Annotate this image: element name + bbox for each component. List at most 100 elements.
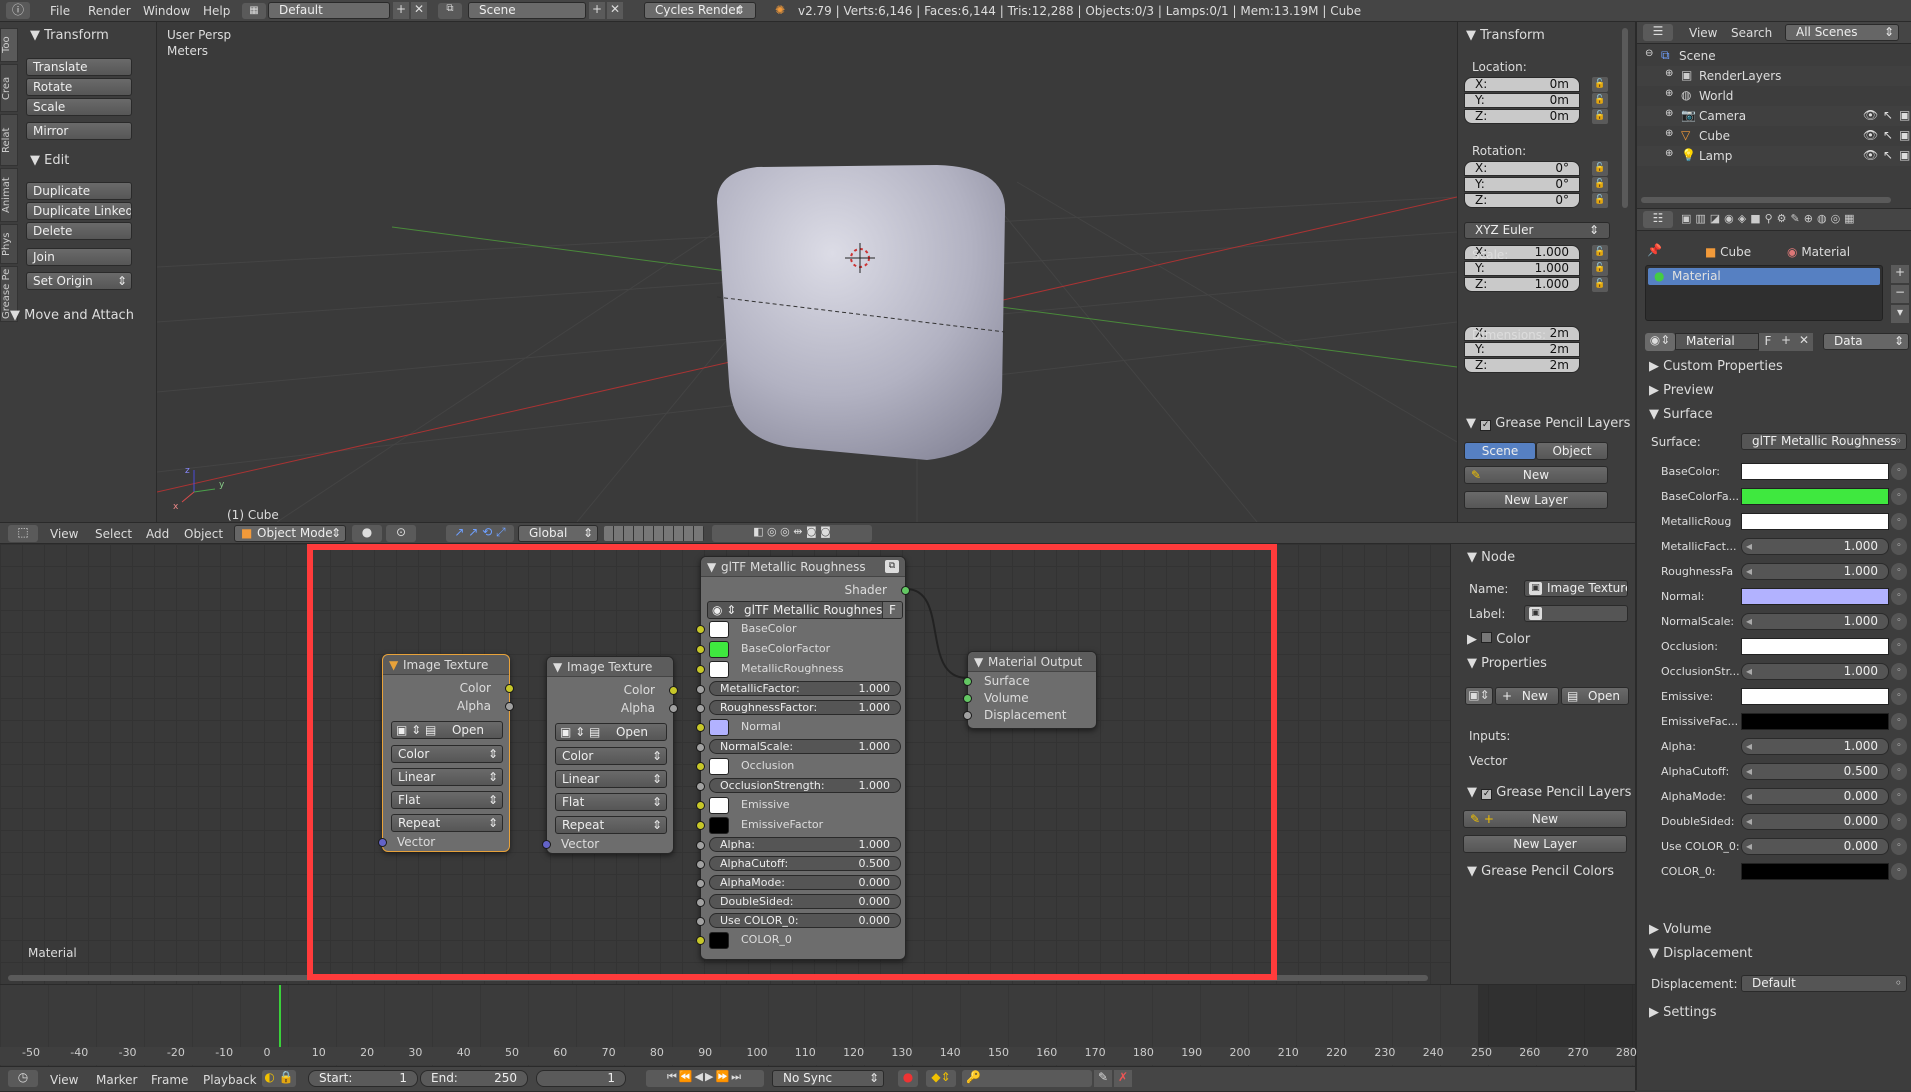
- menu-select[interactable]: Select: [95, 527, 132, 541]
- add-layout-icon[interactable]: +: [393, 2, 409, 19]
- viewport-shading-icon[interactable]: ●: [352, 525, 382, 542]
- tab-physics[interactable]: Phys: [0, 224, 18, 264]
- scale-y-field[interactable]: Y: 1.000: [1464, 261, 1580, 276]
- join-button[interactable]: Join: [26, 248, 132, 266]
- manipulator-icon[interactable]: ↗ ↗ ⟲ ⤢: [446, 525, 514, 542]
- outliner-item-lamp[interactable]: ⊕ 💡 Lamp 👁 ↖ ▣: [1637, 146, 1911, 166]
- end-frame-field[interactable]: End: 250: [420, 1070, 528, 1087]
- outliner-display-select[interactable]: All Scenes ⇕: [1785, 24, 1899, 41]
- outliner-editor-icon[interactable]: ☰: [1643, 24, 1673, 41]
- custom-properties-header[interactable]: ▶ Custom Properties: [1649, 359, 1783, 374]
- render-camera-icon[interactable]: ▣: [1899, 108, 1910, 122]
- rotate-button[interactable]: Rotate: [26, 78, 132, 96]
- tab-animation[interactable]: Animat: [0, 168, 18, 222]
- rotation-x-lock-icon[interactable]: 🔓: [1592, 161, 1608, 176]
- node-panel-header[interactable]: ▼ Node: [1467, 550, 1515, 565]
- visibility-eye-icon[interactable]: 👁: [1863, 148, 1878, 162]
- material-slot-list[interactable]: ● Material: [1645, 265, 1883, 321]
- info-editor-icon[interactable]: ⓘ: [6, 2, 30, 19]
- location-y-field[interactable]: Y: 0m: [1464, 93, 1580, 108]
- select-arrow-icon[interactable]: ↖: [1883, 148, 1893, 162]
- displacement-header[interactable]: ▼ Displacement: [1649, 946, 1753, 961]
- select-arrow-icon[interactable]: ↖: [1883, 128, 1893, 142]
- menu-file[interactable]: File: [50, 4, 70, 18]
- menu-object[interactable]: Object: [184, 527, 223, 541]
- mirror-button[interactable]: Mirror: [26, 122, 132, 140]
- slot-menu-icon[interactable]: ▾: [1891, 305, 1909, 323]
- visibility-eye-icon[interactable]: 👁: [1863, 128, 1878, 142]
- keyframe-field-icon[interactable]: 🔑: [962, 1070, 1092, 1087]
- outliner-hscrollbar[interactable]: [1641, 197, 1891, 203]
- image-browse-icon[interactable]: ▣⇕: [1465, 687, 1493, 705]
- rotation-x-field[interactable]: X: 0°: [1464, 161, 1580, 176]
- rotation-z-field[interactable]: Z: 0°: [1464, 193, 1580, 208]
- layout-select[interactable]: Default: [268, 2, 390, 19]
- link-input-icon[interactable]: ◦: [1891, 463, 1907, 480]
- location-z-field[interactable]: Z: 0m: [1464, 109, 1580, 124]
- start-frame-field[interactable]: Start: 1: [308, 1070, 418, 1087]
- timeline-menu-playback[interactable]: Playback: [203, 1073, 257, 1087]
- tab-tools[interactable]: Too: [0, 28, 18, 62]
- rotation-y-lock-icon[interactable]: 🔓: [1592, 177, 1608, 192]
- menu-render[interactable]: Render: [88, 4, 131, 18]
- link-input-icon[interactable]: ◦: [1891, 613, 1907, 630]
- tab-create[interactable]: Crea: [0, 64, 18, 112]
- breadcrumb-cube[interactable]: ■ Cube: [1705, 245, 1751, 259]
- link-input-icon[interactable]: ◦: [1891, 663, 1907, 680]
- sync-mode-select[interactable]: No Sync ⇕: [772, 1070, 884, 1087]
- preview-range-icon[interactable]: ◐ 🔒: [262, 1070, 296, 1087]
- timeline-menu-frame[interactable]: Frame: [151, 1073, 188, 1087]
- link-input-icon[interactable]: ◦: [1891, 838, 1907, 855]
- editor-type-icon[interactable]: ⬚: [8, 525, 38, 542]
- surface-value-field-6[interactable]: ◂ 1.000: [1741, 613, 1889, 630]
- select-arrow-icon[interactable]: ↖: [1883, 108, 1893, 122]
- material-browse-icon[interactable]: ◉⇕: [1645, 333, 1675, 351]
- translate-button[interactable]: Translate: [26, 58, 132, 76]
- properties-editor-icon[interactable]: ☷: [1643, 211, 1673, 228]
- tab-relations[interactable]: Relat: [0, 114, 18, 166]
- dimensions-y-field[interactable]: Y: 2m: [1464, 342, 1580, 357]
- dimensions-z-field[interactable]: Z: 2m: [1464, 358, 1580, 373]
- playback-controls-icon[interactable]: ⏮⏪◀▶⏩⏭: [646, 1070, 764, 1087]
- remove-slot-icon[interactable]: −: [1891, 285, 1909, 303]
- mode-select[interactable]: ■ Object Mode ⇕: [234, 525, 346, 542]
- edit-panel-header[interactable]: ▼ Edit: [30, 153, 69, 168]
- outliner-item-camera[interactable]: ⊕ 📷 Camera 👁 ↖ ▣: [1637, 106, 1911, 126]
- surface-color-swatch-7[interactable]: [1741, 638, 1889, 655]
- menu-view[interactable]: View: [50, 527, 78, 541]
- new-image-button[interactable]: + New: [1495, 687, 1559, 705]
- outliner-menu-search[interactable]: Search: [1731, 26, 1772, 40]
- rotation-mode-select[interactable]: XYZ Euler ⇕: [1464, 222, 1610, 239]
- gp-new-button[interactable]: ✎ New: [1464, 466, 1608, 484]
- delete-button[interactable]: Delete: [26, 222, 132, 240]
- material-slot-active[interactable]: ● Material: [1648, 268, 1880, 285]
- surface-color-swatch-16[interactable]: [1741, 863, 1889, 880]
- add-slot-icon[interactable]: +: [1891, 265, 1909, 283]
- unlink-material-icon[interactable]: ✕: [1795, 333, 1813, 351]
- scale-y-lock-icon[interactable]: 🔓: [1592, 261, 1608, 276]
- pivot-icon[interactable]: ⊙: [386, 525, 416, 542]
- duplicate-linked-button[interactable]: Duplicate Linked: [26, 202, 132, 220]
- surface-value-field-8[interactable]: ◂ 1.000: [1741, 663, 1889, 680]
- volume-header[interactable]: ▶ Volume: [1649, 922, 1712, 937]
- set-origin-button[interactable]: Set Origin ⇕: [26, 272, 132, 290]
- new-material-icon[interactable]: +: [1777, 333, 1795, 351]
- location-x-lock-icon[interactable]: 🔓: [1592, 77, 1608, 92]
- preview-header[interactable]: ▶ Preview: [1649, 383, 1714, 398]
- surface-color-swatch-10[interactable]: [1741, 713, 1889, 730]
- outliner-item-renderlayers[interactable]: ⊕ ▣ RenderLayers: [1637, 66, 1911, 86]
- surface-color-swatch-9[interactable]: [1741, 688, 1889, 705]
- timeline-editor-icon[interactable]: ◷: [8, 1070, 38, 1087]
- insert-keyframe-icon[interactable]: ✎: [1094, 1070, 1112, 1087]
- 3d-viewport[interactable]: User Persp Meters z y x (1) Cube: [157, 22, 1457, 522]
- rotation-y-field[interactable]: Y: 0°: [1464, 177, 1580, 192]
- outliner-item-cube[interactable]: ⊕ ▽ Cube 👁 ↖ ▣: [1637, 126, 1911, 146]
- scale-button[interactable]: Scale: [26, 98, 132, 116]
- link-input-icon[interactable]: ◦: [1891, 513, 1907, 530]
- move-attach-panel-header[interactable]: ▼ Move and Attach: [10, 308, 134, 323]
- outliner-item-scene[interactable]: ⊖ ⧉ Scene: [1637, 46, 1911, 66]
- link-input-icon[interactable]: ◦: [1891, 713, 1907, 730]
- render-camera-icon[interactable]: ▣: [1899, 128, 1910, 142]
- render-engine-select[interactable]: Cycles Render ⇕: [644, 2, 756, 19]
- scale-z-field[interactable]: Z: 1.000: [1464, 277, 1580, 292]
